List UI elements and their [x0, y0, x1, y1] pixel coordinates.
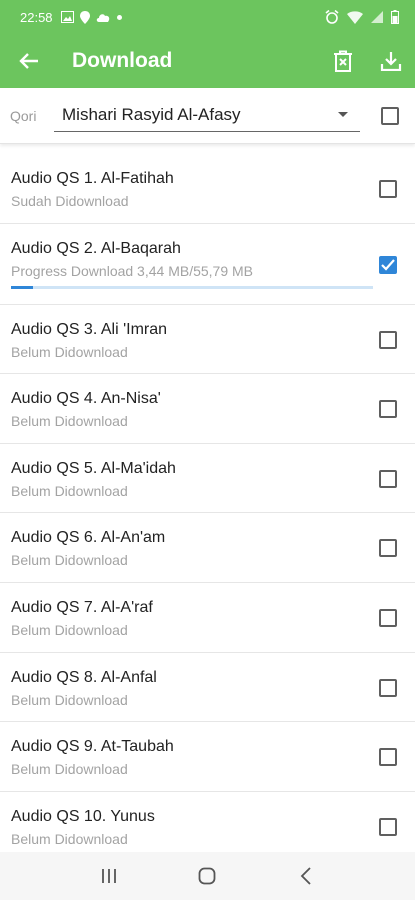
list-item[interactable]: Audio QS 1. Al-Fatihah Sudah Didownload — [0, 154, 415, 224]
item-name: Audio QS 6. Al-An'am — [11, 529, 166, 547]
delete-button[interactable] — [319, 34, 367, 88]
status-bar: 22:58 — [0, 0, 415, 34]
item-name: Audio QS 7. Al-A'raf — [11, 598, 153, 616]
item-checkbox[interactable] — [379, 748, 397, 767]
item-checkbox[interactable] — [379, 608, 397, 627]
check-icon — [381, 258, 395, 271]
item-checkbox[interactable] — [379, 330, 397, 349]
item-checkbox[interactable] — [379, 255, 397, 274]
item-name: Audio QS 1. Al-Fatihah — [11, 170, 174, 187]
list-item[interactable]: Audio QS 3. Ali 'Imran Belum Didownload — [0, 305, 415, 375]
item-checkbox[interactable] — [379, 539, 397, 558]
download-button[interactable] — [367, 34, 415, 88]
dot-icon — [116, 14, 122, 20]
item-status: Belum Didownload — [11, 830, 128, 847]
item-checkbox[interactable] — [379, 678, 397, 697]
app-bar: Download — [0, 34, 415, 88]
download-progress-fill — [11, 285, 34, 289]
item-status: Belum Didownload — [11, 761, 128, 778]
system-nav-bar — [0, 852, 415, 900]
list-item[interactable]: Audio QS 7. Al-A'raf Belum Didownload — [0, 583, 415, 653]
page-title: Download — [72, 49, 173, 72]
home-icon — [199, 867, 216, 885]
recent-apps-button[interactable] — [89, 856, 129, 896]
item-checkbox[interactable] — [379, 180, 397, 198]
item-status: Belum Didownload — [11, 552, 128, 569]
qori-selected-value: Mishari Rasyid Al-Afasy — [62, 105, 241, 124]
signal-icon — [371, 11, 383, 23]
item-status: Belum Didownload — [11, 343, 128, 360]
download-progress-bar — [11, 285, 373, 289]
list-item[interactable]: Audio QS 10. Yunus Belum Didownload — [0, 792, 415, 862]
item-name: Audio QS 2. Al-Baqarah — [11, 239, 181, 257]
select-all-checkbox[interactable] — [381, 106, 399, 125]
item-status: Sudah Didownload — [11, 193, 129, 209]
location-icon — [79, 10, 90, 24]
cloud-icon — [96, 14, 109, 22]
download-icon — [380, 52, 402, 71]
list-item[interactable]: Audio QS 8. Al-Anfal Belum Didownload — [0, 653, 415, 723]
qori-row: Qori Mishari Rasyid Al-Afasy — [0, 88, 415, 144]
item-name: Audio QS 8. Al-Anfal — [11, 668, 157, 686]
delete-icon — [334, 50, 352, 72]
battery-icon — [391, 10, 399, 24]
qori-label: Qori — [10, 107, 37, 124]
item-checkbox[interactable] — [379, 817, 397, 836]
home-button[interactable] — [187, 856, 227, 896]
list-item[interactable]: Audio QS 4. An-Nisa' Belum Didownload — [0, 374, 415, 444]
back-button[interactable] — [0, 34, 58, 88]
item-name: Audio QS 4. An-Nisa' — [11, 390, 161, 408]
item-checkbox[interactable] — [379, 469, 397, 488]
item-status: Belum Didownload — [11, 691, 128, 708]
image-icon — [60, 11, 74, 23]
list-item[interactable]: Audio QS 5. Al-Ma'idah Belum Didownload — [0, 444, 415, 514]
item-name: Audio QS 3. Ali 'Imran — [11, 320, 168, 338]
qori-dropdown[interactable]: Mishari Rasyid Al-Afasy — [54, 100, 360, 132]
item-name: Audio QS 10. Yunus — [11, 807, 155, 825]
item-status: Belum Didownload — [11, 413, 128, 430]
item-status: Progress Download 3,44 MB/55,79 MB — [11, 262, 254, 279]
item-checkbox[interactable] — [379, 400, 397, 419]
recent-apps-icon — [102, 869, 117, 883]
alarm-icon — [325, 10, 339, 24]
list-item[interactable]: Audio QS 9. At-Taubah Belum Didownload — [0, 722, 415, 792]
list-item[interactable]: Audio QS 6. Al-An'am Belum Didownload — [0, 513, 415, 583]
status-time: 22:58 — [20, 9, 53, 25]
item-status: Belum Didownload — [11, 482, 128, 499]
item-name: Audio QS 9. At-Taubah — [11, 738, 174, 756]
arrow-left-icon — [19, 53, 38, 69]
item-status: Belum Didownload — [11, 621, 128, 638]
chevron-down-icon — [338, 111, 348, 117]
nav-back-button[interactable] — [286, 856, 326, 896]
surah-list: Audio QS 1. Al-Fatihah Sudah Didownload … — [0, 154, 415, 862]
back-icon — [300, 867, 311, 885]
list-item[interactable]: Audio QS 2. Al-Baqarah Progress Download… — [0, 224, 415, 305]
item-name: Audio QS 5. Al-Ma'idah — [11, 459, 176, 477]
wifi-icon — [347, 10, 363, 24]
